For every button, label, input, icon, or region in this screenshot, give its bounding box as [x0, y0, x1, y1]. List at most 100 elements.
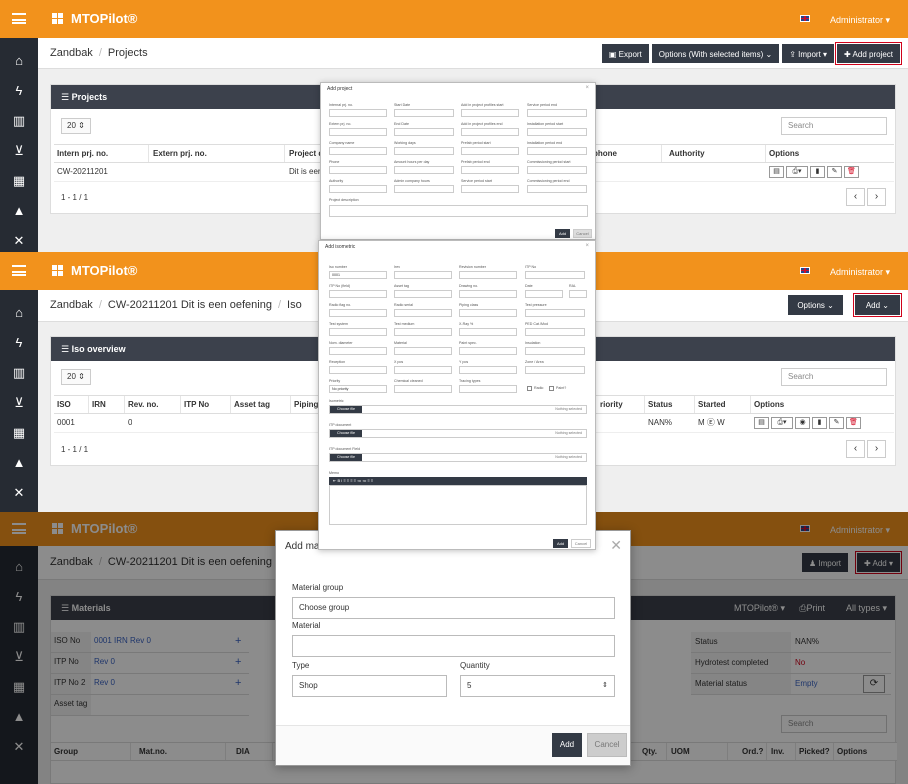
form-input[interactable]	[527, 185, 587, 193]
options-button[interactable]: Options (With selected items) ⌄	[651, 44, 780, 63]
checkbox[interactable]	[527, 386, 532, 391]
form-input[interactable]	[329, 366, 387, 374]
hamburger-icon[interactable]	[12, 13, 26, 24]
form-input[interactable]	[394, 328, 452, 336]
column-header[interactable]: ITP No	[181, 396, 231, 413]
form-input[interactable]	[394, 347, 452, 355]
column-header[interactable]: ISO	[54, 396, 89, 413]
prev-page-button[interactable]: ‹	[846, 188, 865, 206]
form-input[interactable]	[329, 328, 387, 336]
next-page-button[interactable]: ›	[867, 440, 886, 458]
add-button[interactable]: Add	[555, 229, 570, 238]
form-input[interactable]	[525, 328, 585, 336]
form-input[interactable]	[329, 147, 387, 155]
form-input[interactable]	[394, 290, 452, 298]
prev-page-button[interactable]: ‹	[846, 440, 865, 458]
choose-file-button[interactable]: Choose file	[330, 430, 362, 437]
cart-icon[interactable]: ⊻	[0, 136, 38, 166]
memo-toolbar[interactable]: ⇤ B I ≡ ≡ ≡ ≡ ≔ ≔ ≡ ≡	[329, 477, 587, 485]
delete-icon[interactable]: 🗑	[844, 165, 859, 178]
form-input[interactable]	[329, 309, 387, 317]
form-input[interactable]	[329, 128, 387, 136]
form-input[interactable]	[394, 166, 454, 174]
form-input[interactable]	[527, 109, 587, 117]
road-icon[interactable]: ▲	[0, 448, 38, 478]
close-icon[interactable]: ×	[585, 85, 589, 91]
next-page-button[interactable]: ›	[867, 188, 886, 206]
cancel-button[interactable]: Cancel	[573, 229, 592, 238]
form-input[interactable]	[329, 109, 387, 117]
form-input[interactable]	[329, 347, 387, 355]
page-size-select[interactable]: 20 ⇕	[61, 118, 91, 134]
column-header[interactable]: Started	[695, 396, 751, 413]
delete-icon[interactable]: 🗑	[846, 416, 861, 429]
folder-icon[interactable]: ▤	[754, 416, 769, 429]
copy-icon[interactable]: ▮	[812, 416, 827, 429]
form-input[interactable]	[329, 185, 387, 193]
books-icon[interactable]: ▥	[0, 358, 38, 388]
brand[interactable]: MTOPilot®	[52, 263, 137, 278]
user-menu[interactable]: Administrator ▾	[830, 15, 890, 26]
form-input[interactable]	[459, 309, 517, 317]
form-input[interactable]	[459, 385, 517, 393]
breadcrumb-item[interactable]: CW-20211201 Dit is een oefening	[108, 299, 272, 311]
cart-icon[interactable]: ⊻	[0, 388, 38, 418]
close-icon[interactable]: ×	[585, 243, 589, 249]
edit-icon[interactable]: ✎	[827, 165, 842, 178]
column-header[interactable]: riority	[597, 396, 645, 413]
brand[interactable]: MTOPilot®	[52, 11, 137, 26]
books-icon[interactable]: ▥	[0, 106, 38, 136]
add-button[interactable]: Add	[553, 539, 568, 548]
material-group-select[interactable]: Choose group	[292, 597, 615, 619]
column-header[interactable]: phone	[590, 145, 662, 162]
form-input[interactable]	[394, 128, 454, 136]
import-button[interactable]: ⇪ Import ▾	[782, 44, 835, 63]
home-icon[interactable]: ⌂	[0, 46, 38, 76]
type-input[interactable]: Shop	[292, 675, 447, 697]
form-input[interactable]	[329, 290, 387, 298]
add-button[interactable]: Add ⌄	[852, 293, 903, 317]
form-input[interactable]	[461, 128, 519, 136]
file-input[interactable]: Choose file Nothing selected	[329, 429, 587, 438]
hamburger-icon[interactable]	[12, 265, 26, 276]
barcode-icon[interactable]: ▦	[0, 418, 38, 448]
bolt-icon[interactable]: ϟ	[0, 76, 38, 106]
form-input[interactable]	[525, 366, 585, 374]
project-description-input[interactable]	[329, 205, 588, 217]
column-header[interactable]: Asset tag	[231, 396, 291, 413]
form-input[interactable]	[461, 185, 519, 193]
file-input[interactable]: Choose file Nothing selected	[329, 453, 587, 462]
breadcrumb-item[interactable]: Zandbak	[50, 299, 93, 311]
form-input[interactable]	[459, 290, 517, 298]
form-input[interactable]	[394, 309, 452, 317]
print-icon[interactable]: ⎙▾	[786, 165, 808, 178]
road-icon[interactable]: ▲	[0, 196, 38, 226]
form-input[interactable]	[459, 271, 517, 279]
form-input[interactable]	[394, 271, 452, 279]
memo-editor[interactable]	[329, 485, 587, 525]
add-button[interactable]: Add	[552, 733, 582, 757]
column-header[interactable]: Authority	[666, 145, 766, 162]
barcode-icon[interactable]: ▦	[0, 166, 38, 196]
material-input[interactable]	[292, 635, 615, 657]
tools-icon[interactable]: ✕	[0, 478, 38, 508]
form-input[interactable]	[525, 309, 585, 317]
export-button[interactable]: ▣ Export	[601, 44, 649, 63]
cell-started[interactable]: M Ⓔ W	[695, 414, 725, 432]
search-input[interactable]: Search	[781, 368, 887, 386]
form-input[interactable]	[394, 147, 454, 155]
column-header[interactable]: Intern prj. no.	[54, 145, 149, 162]
column-header[interactable]: IRN	[89, 396, 125, 413]
form-input[interactable]	[459, 328, 517, 336]
column-header[interactable]: Options	[751, 396, 894, 413]
form-input[interactable]	[394, 385, 452, 393]
form-input[interactable]	[394, 366, 452, 374]
add-project-button[interactable]: ✚ Add project	[835, 42, 902, 65]
close-icon[interactable]: ✕	[610, 537, 622, 554]
form-input[interactable]	[525, 347, 585, 355]
tools-icon[interactable]: ✕	[0, 226, 38, 252]
checkbox[interactable]	[549, 386, 554, 391]
edit-icon[interactable]: ✎	[829, 416, 844, 429]
form-input[interactable]	[394, 109, 454, 117]
form-input[interactable]	[394, 185, 454, 193]
